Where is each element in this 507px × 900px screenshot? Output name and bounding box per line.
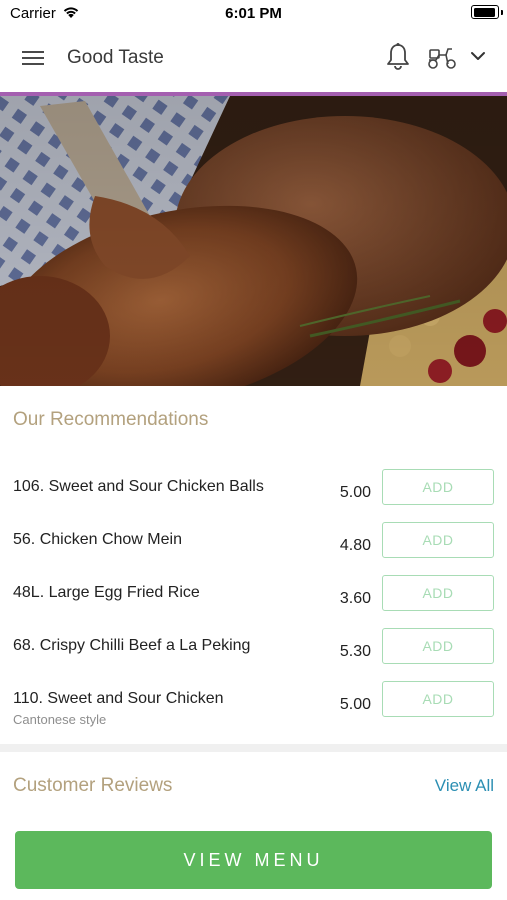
- menu-item-name: 106. Sweet and Sour Chicken Balls: [13, 478, 264, 495]
- recommendations-heading: Our Recommendations: [13, 409, 209, 430]
- view-menu-button[interactable]: VIEW MENU: [15, 831, 492, 889]
- status-time: 6:01 PM: [225, 5, 282, 22]
- add-to-cart-button[interactable]: ADD: [382, 628, 494, 664]
- hero-food-image: [0, 96, 507, 386]
- status-bar: Carrier 6:01 PM: [0, 0, 507, 26]
- menu-item-name: 48L. Large Egg Fried Rice: [13, 584, 200, 601]
- add-to-cart-button[interactable]: ADD: [382, 575, 494, 611]
- add-to-cart-button[interactable]: ADD: [382, 522, 494, 558]
- section-divider: [0, 744, 507, 752]
- menu-item-price: 5.30: [339, 643, 371, 660]
- menu-item-price: 4.80: [339, 537, 371, 554]
- bell-icon[interactable]: [385, 42, 411, 72]
- menu-item-name: 110. Sweet and Sour Chicken: [13, 690, 224, 707]
- top-navigation-bar: Good Taste: [0, 26, 507, 92]
- menu-item-price: 5.00: [339, 696, 371, 713]
- menu-item-row: 110. Sweet and Sour Chicken Cantonese st…: [0, 681, 507, 743]
- hamburger-menu-icon[interactable]: [22, 49, 46, 67]
- add-to-cart-button[interactable]: ADD: [382, 469, 494, 505]
- scooter-icon[interactable]: [426, 46, 458, 70]
- menu-item-name: 68. Crispy Chilli Beef a La Peking: [13, 637, 251, 654]
- menu-item-subtitle: Cantonese style: [13, 712, 107, 727]
- menu-item-price: 5.00: [339, 484, 371, 501]
- add-to-cart-button[interactable]: ADD: [382, 681, 494, 717]
- menu-item-price: 3.60: [339, 590, 371, 607]
- customer-reviews-heading: Customer Reviews: [13, 775, 173, 796]
- chevron-down-icon[interactable]: [470, 50, 486, 62]
- battery-icon: [471, 5, 503, 19]
- menu-item-name: 56. Chicken Chow Mein: [13, 531, 182, 548]
- view-all-reviews-link[interactable]: View All: [435, 776, 494, 796]
- restaurant-title: Good Taste: [67, 47, 164, 68]
